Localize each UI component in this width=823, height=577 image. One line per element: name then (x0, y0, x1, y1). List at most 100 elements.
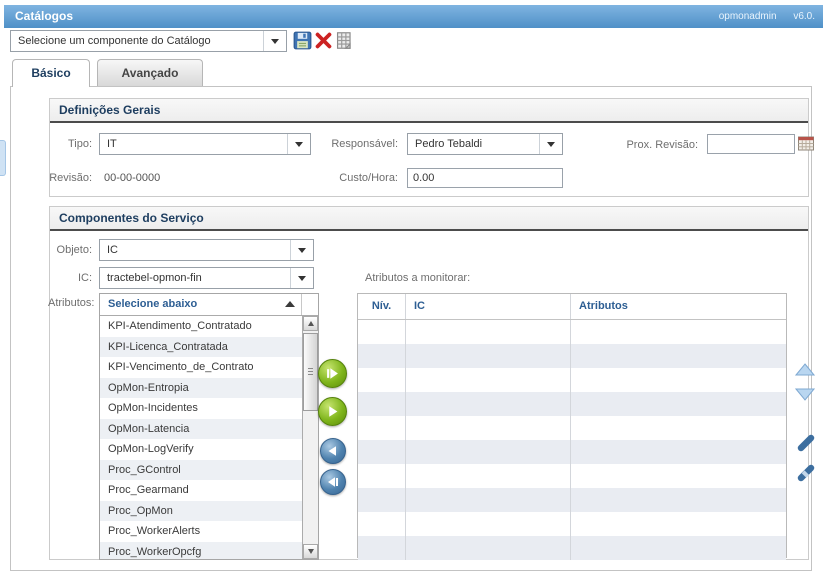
tab-basico[interactable]: Básico (12, 59, 90, 87)
attributes-list-header[interactable]: Selecione abaixo (100, 294, 318, 316)
objeto-select[interactable]: IC (99, 239, 314, 261)
scroll-up-button[interactable] (303, 316, 318, 331)
title-bar: Catálogos opmonadmin v6.0. (4, 5, 823, 28)
responsavel-select-value: Pedro Tebaldi (408, 138, 539, 150)
tipo-select-arrow[interactable] (287, 134, 310, 154)
scroll-down-button[interactable] (303, 544, 318, 559)
prox-revisao-input[interactable] (707, 134, 795, 154)
edit-levels-brush-icon[interactable] (797, 464, 815, 482)
column-header-ic: IC (406, 294, 571, 319)
responsavel-label: Responsável: (308, 138, 398, 150)
table-cell (406, 368, 571, 392)
table-cell (571, 488, 786, 512)
components-section-header: Componentes do Serviço (50, 207, 808, 231)
ic-select[interactable]: tractebel-opmon-fin (99, 267, 314, 289)
list-item[interactable]: Proc_GControl (100, 460, 302, 481)
list-scrollbar[interactable] (302, 316, 318, 559)
general-section-header: Definições Gerais (50, 99, 808, 123)
objeto-label: Objeto: (50, 244, 92, 256)
table-cell (571, 512, 786, 536)
triangle-down-icon (308, 549, 314, 554)
table-cell (406, 440, 571, 464)
table-row[interactable] (358, 320, 786, 344)
attributes-listbox: Selecione abaixo KPI-Atendimento_Contrat… (99, 293, 319, 560)
delete-button[interactable] (314, 31, 333, 50)
remove-selected-button[interactable] (320, 438, 346, 464)
ic-select-value: tractebel-opmon-fin (100, 272, 290, 284)
arrow-left-bar-icon (327, 476, 339, 488)
responsavel-select[interactable]: Pedro Tebaldi (407, 133, 563, 155)
list-item[interactable]: OpMon-Latencia (100, 419, 302, 440)
custo-hora-input[interactable] (407, 168, 563, 188)
chevron-down-icon (271, 39, 279, 44)
monitor-table-body (358, 320, 786, 560)
table-cell (358, 416, 406, 440)
save-button[interactable] (293, 31, 312, 50)
calendar-icon[interactable] (798, 136, 814, 151)
revisao-label: Revisão: (48, 172, 92, 184)
catalog-select-arrow[interactable] (263, 31, 286, 51)
list-item[interactable]: OpMon-LogVerify (100, 439, 302, 460)
list-item[interactable]: Proc_OpMon (100, 501, 302, 522)
tipo-select-value: IT (100, 138, 287, 150)
scrollbar-thumb[interactable] (303, 333, 318, 411)
table-row[interactable] (358, 368, 786, 392)
chevron-down-icon (298, 276, 306, 281)
list-item[interactable]: KPI-Atendimento_Contratado (100, 316, 302, 337)
table-cell (406, 320, 571, 344)
table-row[interactable] (358, 440, 786, 464)
attribute-list-items: KPI-Atendimento_ContratadoKPI-Licenca_Co… (100, 316, 302, 559)
table-cell (406, 392, 571, 416)
table-cell (571, 464, 786, 488)
copy-button[interactable] (334, 31, 353, 50)
column-header-atributos: Atributos (571, 294, 786, 319)
list-item[interactable]: KPI-Vencimento_de_Contrato (100, 357, 302, 378)
table-cell (358, 320, 406, 344)
responsavel-select-arrow[interactable] (539, 134, 562, 154)
general-section-title: Definições Gerais (50, 99, 808, 121)
list-item[interactable]: KPI-Licenca_Contratada (100, 337, 302, 358)
scrollbar-grip (308, 368, 313, 375)
add-all-button[interactable] (318, 359, 347, 388)
table-row[interactable] (358, 536, 786, 560)
ic-label: IC: (50, 272, 92, 284)
table-cell (406, 536, 571, 560)
remove-all-button[interactable] (320, 469, 346, 495)
table-row[interactable] (358, 416, 786, 440)
catalog-select[interactable]: Selecione um componente do Catálogo (10, 30, 287, 52)
table-cell (358, 536, 406, 560)
objeto-select-arrow[interactable] (290, 240, 313, 260)
list-item[interactable]: Proc_Gearmand (100, 480, 302, 501)
list-item[interactable]: OpMon-Incidentes (100, 398, 302, 419)
triangle-up-icon (308, 321, 314, 326)
table-row[interactable] (358, 488, 786, 512)
table-row[interactable] (358, 344, 786, 368)
tipo-label: Tipo: (50, 138, 92, 150)
panel-collapse-handle[interactable] (0, 140, 6, 176)
add-selected-button[interactable] (318, 397, 347, 426)
ic-select-arrow[interactable] (290, 268, 313, 288)
objeto-select-value: IC (100, 244, 290, 256)
table-cell (358, 488, 406, 512)
list-item[interactable]: OpMon-Entropia (100, 378, 302, 399)
monitor-table: Nív. IC Atributos (357, 293, 787, 558)
monitor-table-header: Nív. IC Atributos (358, 294, 786, 320)
table-row[interactable] (358, 512, 786, 536)
table-row[interactable] (358, 392, 786, 416)
table-cell (571, 536, 786, 560)
table-cell (358, 344, 406, 368)
catalog-screen: Catálogos opmonadmin v6.0. Selecione um … (0, 0, 823, 577)
list-item[interactable]: Proc_WorkerAlerts (100, 521, 302, 542)
edit-brush-icon[interactable] (797, 434, 815, 452)
table-row[interactable] (358, 464, 786, 488)
tab-avancado[interactable]: Avançado (97, 59, 203, 86)
custo-hora-label: Custo/Hora: (308, 172, 398, 184)
chevron-down-icon (295, 142, 303, 147)
tipo-select[interactable]: IT (99, 133, 311, 155)
move-up-button[interactable] (795, 362, 815, 377)
list-item[interactable]: Proc_WorkerOpcfg (100, 542, 302, 560)
general-section: Definições Gerais Tipo: IT Responsável: … (49, 98, 809, 197)
arrow-right-icon (326, 405, 339, 418)
move-down-button[interactable] (795, 387, 815, 402)
table-cell (406, 464, 571, 488)
